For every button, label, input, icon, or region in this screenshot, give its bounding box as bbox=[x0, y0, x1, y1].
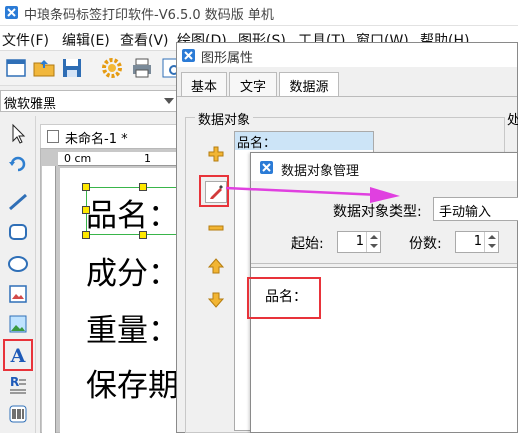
chevron-down-icon bbox=[164, 98, 174, 104]
label-text-ingredients[interactable]: 成分： bbox=[86, 248, 179, 293]
move-up-button[interactable] bbox=[205, 255, 227, 277]
data-object-type-select[interactable]: 手动输入 bbox=[433, 197, 518, 221]
tab-basic[interactable]: 基本 bbox=[181, 72, 227, 96]
copies-stepper[interactable]: 1 bbox=[455, 231, 499, 253]
content-highlight bbox=[247, 277, 321, 319]
move-up-icon bbox=[207, 258, 225, 274]
left-toolbar: A R bbox=[0, 116, 36, 433]
document-tab-label: 未命名-1 * bbox=[65, 132, 128, 147]
start-value: 1 bbox=[355, 234, 364, 249]
ruler-one-label: 1 bbox=[144, 152, 151, 165]
line-icon[interactable] bbox=[6, 190, 30, 214]
new-icon[interactable] bbox=[4, 56, 28, 80]
rounded-rect-icon[interactable] bbox=[6, 220, 30, 244]
tab-text[interactable]: 文字 bbox=[229, 72, 277, 96]
start-label: 起始: bbox=[291, 236, 324, 252]
horizontal-ruler: 0 cm 1 bbox=[58, 152, 180, 166]
svg-text:R: R bbox=[10, 375, 19, 389]
open-folder-icon[interactable] bbox=[32, 56, 56, 80]
chevron-up-icon bbox=[488, 235, 496, 239]
resize-handle[interactable] bbox=[139, 231, 147, 239]
copies-label: 份数: bbox=[409, 236, 442, 252]
font-family-select[interactable]: 微软雅黑 bbox=[0, 90, 178, 112]
resize-handle[interactable] bbox=[82, 183, 90, 191]
pointer-arrow bbox=[225, 186, 400, 203]
remove-icon bbox=[208, 225, 224, 231]
pointer-icon[interactable] bbox=[6, 122, 30, 146]
chevron-down-icon bbox=[488, 244, 496, 248]
resize-handle[interactable] bbox=[82, 206, 90, 214]
vertical-ruler bbox=[42, 166, 56, 433]
tab-data-source[interactable]: 数据源 bbox=[279, 72, 339, 97]
settings-gear-icon[interactable] bbox=[100, 56, 124, 80]
save-icon[interactable] bbox=[60, 56, 84, 80]
label-text-shelf-life[interactable]: 保存期 bbox=[86, 360, 179, 405]
ellipse-icon[interactable] bbox=[6, 252, 30, 276]
ruler-zero-label: 0 cm bbox=[64, 152, 92, 165]
add-icon bbox=[208, 146, 224, 162]
add-button[interactable] bbox=[205, 143, 227, 165]
divider bbox=[251, 263, 517, 264]
document-tab[interactable]: 未命名-1 * bbox=[40, 124, 180, 148]
tab-divider bbox=[177, 96, 517, 97]
dialog-title-bar: 图形属性 bbox=[177, 43, 517, 67]
chevron-down-icon bbox=[370, 244, 378, 248]
resize-handle[interactable] bbox=[82, 231, 90, 239]
start-stepper[interactable]: 1 bbox=[337, 231, 381, 253]
chevron-up-icon bbox=[370, 235, 378, 239]
app-logo-icon bbox=[5, 6, 18, 19]
text-tool-highlight bbox=[3, 339, 33, 371]
rotate-icon[interactable] bbox=[6, 150, 30, 174]
processing-group-label: 处 bbox=[507, 113, 518, 128]
copies-value: 1 bbox=[473, 234, 482, 249]
document-icon bbox=[47, 130, 59, 143]
selection-frame bbox=[86, 187, 178, 235]
picture-icon[interactable] bbox=[6, 312, 30, 336]
image-icon[interactable] bbox=[6, 282, 30, 306]
label-text-weight[interactable]: 重量： bbox=[86, 305, 179, 350]
font-bar: 微软雅黑 bbox=[0, 87, 180, 115]
dialog-title: 图形属性 bbox=[201, 51, 254, 66]
move-down-icon bbox=[207, 292, 225, 308]
dialog-logo-icon bbox=[182, 49, 195, 62]
app-title-bar: 中琅条码标签打印软件-V6.5.0 数码版 单机 bbox=[0, 0, 518, 26]
data-object-type-value: 手动输入 bbox=[439, 205, 492, 220]
menu-file[interactable]: 文件(F) bbox=[2, 30, 49, 50]
list-item[interactable]: 品名： bbox=[235, 132, 373, 151]
remove-button[interactable] bbox=[205, 217, 227, 239]
font-family-value: 微软雅黑 bbox=[4, 97, 57, 112]
stepper-buttons[interactable] bbox=[366, 232, 380, 252]
menu-view[interactable]: 查看(V) bbox=[120, 30, 169, 50]
move-down-button[interactable] bbox=[205, 289, 227, 311]
data-object-group-label: 数据对象 bbox=[195, 109, 254, 128]
rich-text-icon[interactable]: R bbox=[6, 372, 30, 396]
stepper-buttons[interactable] bbox=[484, 232, 498, 252]
manager-logo-icon bbox=[260, 161, 273, 174]
toolbar bbox=[0, 50, 190, 86]
menu-edit[interactable]: 编辑(E) bbox=[62, 30, 110, 50]
print-icon[interactable] bbox=[130, 56, 154, 80]
barcode-icon[interactable] bbox=[6, 402, 30, 426]
resize-handle[interactable] bbox=[139, 183, 147, 191]
app-title: 中琅条码标签打印软件-V6.5.0 数码版 单机 bbox=[24, 8, 274, 23]
